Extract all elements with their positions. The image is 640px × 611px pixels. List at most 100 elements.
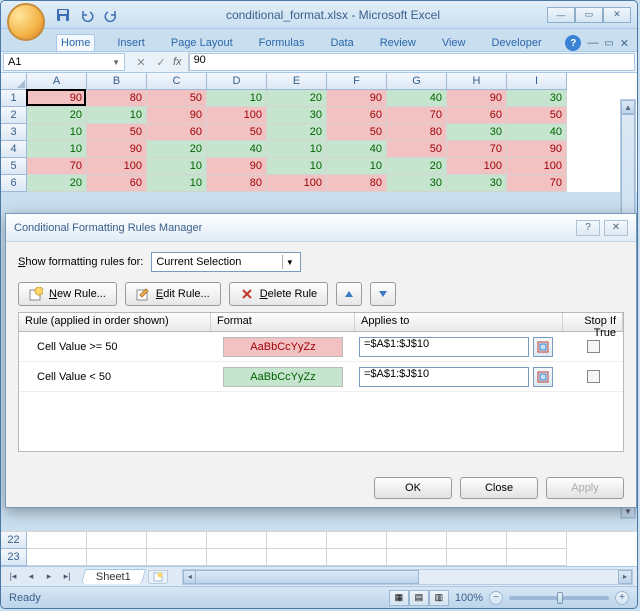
stop-if-true-checkbox[interactable] (587, 340, 600, 353)
edit-rule-button[interactable]: Edit Rule... (125, 282, 221, 306)
applies-to-input[interactable]: =$A$1:$J$10 (359, 337, 529, 357)
cell[interactable]: 30 (447, 175, 507, 192)
close-button-dialog[interactable]: Close (460, 477, 538, 499)
range-selector-icon[interactable] (533, 367, 553, 387)
cell[interactable]: 90 (447, 90, 507, 107)
ribbon-tab-view[interactable]: View (438, 35, 470, 51)
row-header[interactable]: 4 (1, 141, 27, 158)
name-box-dropdown-icon[interactable]: ▼ (112, 58, 120, 67)
cell[interactable] (507, 549, 567, 566)
zoom-slider-thumb[interactable] (557, 592, 563, 604)
horizontal-scrollbar[interactable]: ◂ ▸ (182, 569, 633, 585)
cell[interactable]: 10 (327, 158, 387, 175)
cell[interactable]: 10 (207, 90, 267, 107)
scroll-right-icon[interactable]: ▸ (618, 570, 632, 584)
col-header-D[interactable]: D (207, 73, 267, 90)
help-icon[interactable]: ? (565, 35, 581, 51)
cell[interactable]: 20 (267, 124, 327, 141)
cell[interactable]: 50 (327, 124, 387, 141)
mdi-restore-icon[interactable]: ▭ (604, 38, 613, 49)
cell[interactable]: 10 (147, 175, 207, 192)
cell[interactable]: 60 (447, 107, 507, 124)
rule-row[interactable]: Cell Value >= 50AaBbCcYyZz=$A$1:$J$10 (19, 332, 623, 362)
cell[interactable]: 80 (207, 175, 267, 192)
cell[interactable] (207, 549, 267, 566)
row-header[interactable]: 22 (1, 532, 27, 549)
tab-nav-last-icon[interactable]: ▸| (59, 569, 75, 585)
cell[interactable]: 100 (267, 175, 327, 192)
cell[interactable]: 90 (327, 90, 387, 107)
name-box[interactable]: A1 ▼ (3, 53, 125, 71)
cell[interactable]: 30 (507, 90, 567, 107)
cell[interactable]: 10 (87, 107, 147, 124)
normal-view-button[interactable]: ▦ (389, 590, 409, 606)
zoom-out-button[interactable]: − (489, 591, 503, 605)
tab-nav-prev-icon[interactable]: ◂ (23, 569, 39, 585)
cell[interactable] (327, 549, 387, 566)
col-header-F[interactable]: F (327, 73, 387, 90)
cell[interactable]: 10 (147, 158, 207, 175)
close-button[interactable]: ✕ (603, 7, 631, 23)
ribbon-tab-review[interactable]: Review (376, 35, 420, 51)
cell[interactable]: 20 (27, 175, 87, 192)
rule-row[interactable]: Cell Value < 50AaBbCcYyZz=$A$1:$J$10 (19, 362, 623, 392)
cell[interactable]: 80 (87, 90, 147, 107)
cell[interactable]: 30 (267, 107, 327, 124)
cell[interactable] (27, 549, 87, 566)
cell[interactable]: 100 (447, 158, 507, 175)
ribbon-tab-insert[interactable]: Insert (113, 35, 149, 51)
cell[interactable]: 50 (87, 124, 147, 141)
cell[interactable]: 30 (387, 175, 447, 192)
office-button[interactable] (7, 3, 45, 41)
cell[interactable]: 100 (87, 158, 147, 175)
page-break-view-button[interactable]: ▥ (429, 590, 449, 606)
enter-formula-icon[interactable]: ✓ (153, 54, 169, 70)
zoom-slider[interactable] (509, 596, 609, 600)
cell[interactable] (87, 549, 147, 566)
cell[interactable]: 20 (27, 107, 87, 124)
cell[interactable]: 50 (387, 141, 447, 158)
cell[interactable]: 90 (207, 158, 267, 175)
col-header-A[interactable]: A (27, 73, 87, 90)
row-header[interactable]: 6 (1, 175, 27, 192)
fx-icon[interactable]: fx (173, 56, 182, 68)
cell[interactable] (447, 549, 507, 566)
cell[interactable]: 10 (27, 141, 87, 158)
row-header[interactable]: 5 (1, 158, 27, 175)
tab-nav-first-icon[interactable]: |◂ (5, 569, 21, 585)
cell[interactable] (327, 532, 387, 549)
cell[interactable]: 60 (147, 124, 207, 141)
cell[interactable]: 20 (387, 158, 447, 175)
cell[interactable] (267, 532, 327, 549)
ribbon-minimize-icon[interactable]: — (587, 37, 598, 49)
cell[interactable]: 90 (507, 141, 567, 158)
cell[interactable] (27, 532, 87, 549)
tab-nav-next-icon[interactable]: ▸ (41, 569, 57, 585)
cell[interactable]: 70 (27, 158, 87, 175)
cell[interactable]: 80 (387, 124, 447, 141)
cell[interactable]: 30 (447, 124, 507, 141)
ribbon-tab-developer[interactable]: Developer (487, 35, 545, 51)
undo-icon[interactable] (79, 7, 95, 23)
apply-button[interactable]: Apply (546, 477, 624, 499)
select-all-button[interactable] (1, 73, 27, 90)
cell[interactable] (387, 549, 447, 566)
cell[interactable]: 40 (507, 124, 567, 141)
cell[interactable] (147, 532, 207, 549)
page-layout-view-button[interactable]: ▤ (409, 590, 429, 606)
cell[interactable] (267, 549, 327, 566)
dialog-help-button[interactable]: ? (576, 220, 600, 236)
cell[interactable]: 50 (507, 107, 567, 124)
cell[interactable]: 100 (507, 158, 567, 175)
sheet-tab-sheet1[interactable]: Sheet1 (81, 569, 146, 584)
mdi-close-icon[interactable]: ✕ (620, 37, 629, 50)
move-up-button[interactable] (336, 282, 362, 306)
cell[interactable]: 70 (387, 107, 447, 124)
move-down-button[interactable] (370, 282, 396, 306)
cell[interactable]: 40 (327, 141, 387, 158)
cell[interactable] (147, 549, 207, 566)
row-header[interactable]: 23 (1, 549, 27, 566)
cell[interactable]: 10 (27, 124, 87, 141)
dialog-close-button[interactable]: ✕ (604, 220, 628, 236)
cell[interactable]: 70 (507, 175, 567, 192)
